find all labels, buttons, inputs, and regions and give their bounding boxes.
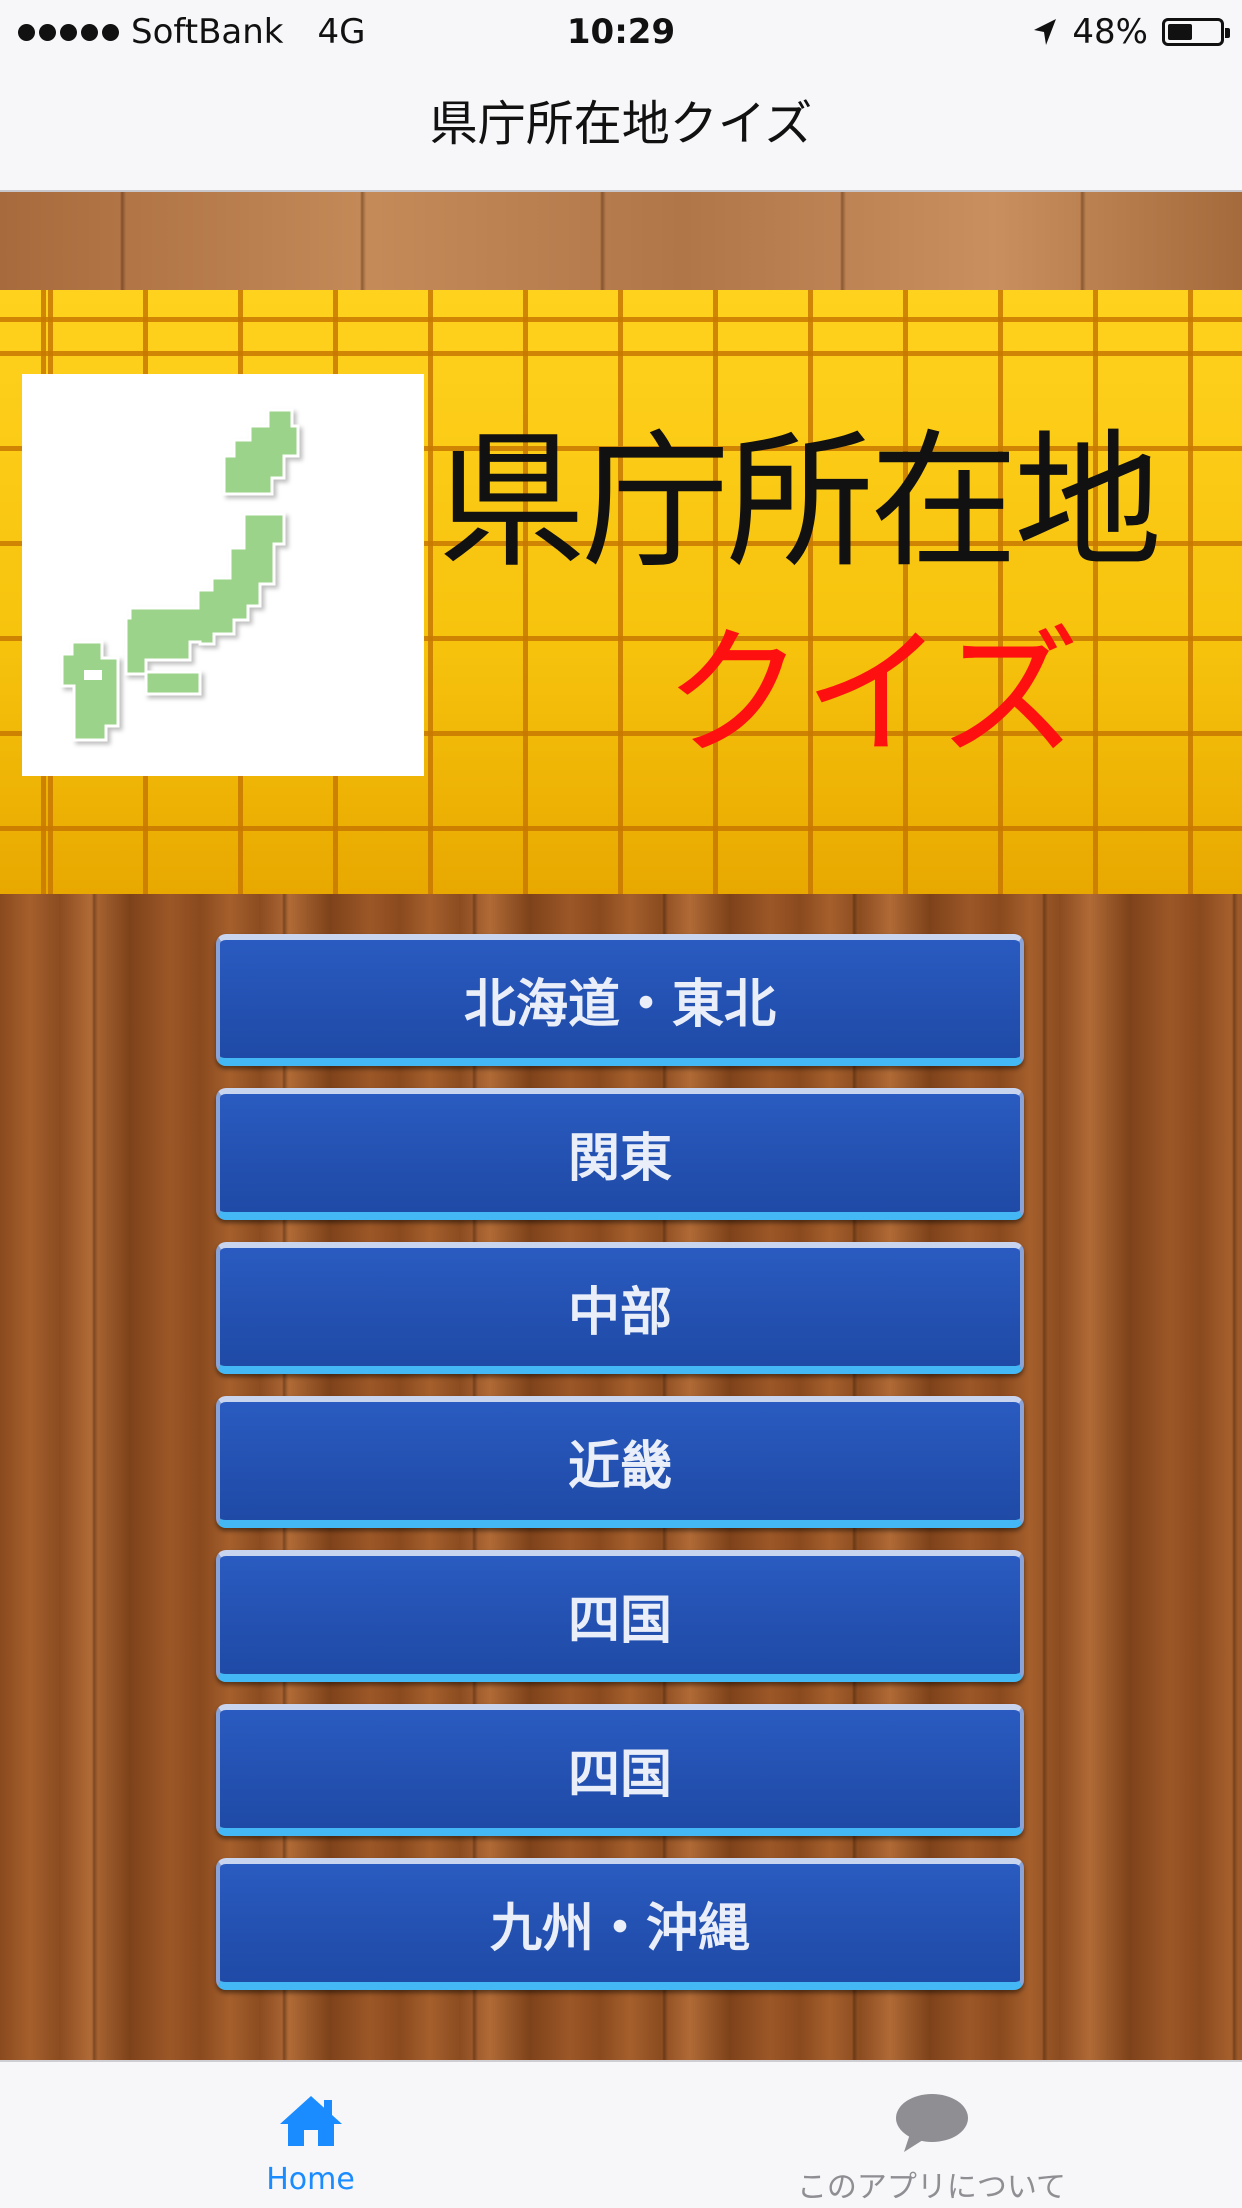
battery-fill — [1168, 24, 1192, 40]
region-button-shikoku-2[interactable]: 四国 — [216, 1704, 1024, 1836]
tab-bar: Home このアプリについて — [0, 2060, 1242, 2208]
title-banner: 県庁所在地 クイズ — [0, 290, 1242, 894]
region-button-chubu[interactable]: 中部 — [216, 1242, 1024, 1374]
region-button-kyushu-okinawa[interactable]: 九州・沖縄 — [216, 1858, 1024, 1990]
region-menu: 北海道・東北 関東 中部 近畿 四国 四国 九州・沖縄 — [216, 934, 1024, 2012]
region-button-shikoku[interactable]: 四国 — [216, 1550, 1024, 1682]
battery-percent: 48% — [1072, 12, 1148, 52]
region-button-kinki[interactable]: 近畿 — [216, 1396, 1024, 1528]
location-arrow-icon — [1034, 19, 1057, 45]
battery-icon — [1162, 18, 1230, 46]
status-bar: SoftBank 4G 10:29 48% — [0, 0, 1242, 62]
tab-about[interactable]: このアプリについて — [621, 2062, 1242, 2208]
region-button-kanto[interactable]: 関東 — [216, 1088, 1024, 1220]
map-card — [22, 374, 424, 776]
wood-top-band — [0, 192, 1242, 290]
navigation-bar: 県庁所在地クイズ — [0, 62, 1242, 192]
tab-about-label: このアプリについて — [796, 2170, 1067, 2205]
page-title: 県庁所在地クイズ — [429, 96, 813, 152]
japan-map-icon — [60, 408, 300, 742]
banner-subtitle: クイズ — [664, 613, 1080, 776]
tab-home[interactable]: Home — [0, 2062, 621, 2208]
tab-home-label: Home — [266, 2162, 355, 2197]
region-button-hokkaido-tohoku[interactable]: 北海道・東北 — [216, 934, 1024, 1066]
home-icon — [279, 2096, 342, 2146]
banner-title: 県庁所在地 — [438, 416, 1162, 588]
status-right: 48% — [1032, 10, 1230, 54]
speech-bubble-icon — [895, 2094, 968, 2152]
